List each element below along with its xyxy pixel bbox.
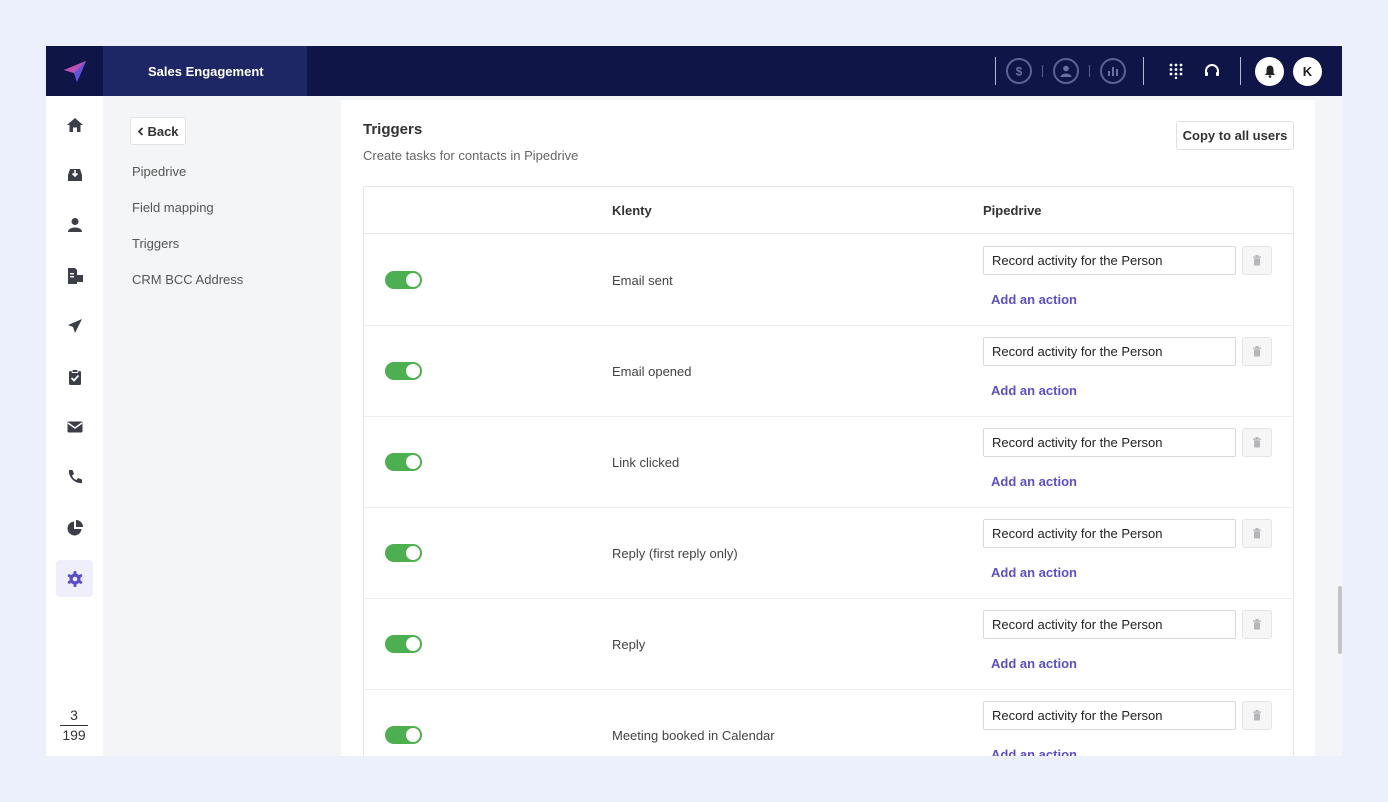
action-select[interactable]: Record activity for the Person <box>983 428 1236 457</box>
trigger-toggle[interactable] <box>385 453 422 471</box>
delete-icon[interactable] <box>1242 246 1272 275</box>
scrollbar-thumb[interactable] <box>1338 586 1342 654</box>
trigger-toggle[interactable] <box>385 635 422 653</box>
tasks-icon[interactable] <box>56 358 93 395</box>
table-row: Email opened Record activity for the Per… <box>364 326 1293 417</box>
add-action-link[interactable]: Add an action <box>991 292 1077 307</box>
triggers-card: Triggers Create tasks for contacts in Pi… <box>341 100 1315 756</box>
divider <box>1240 57 1241 85</box>
delete-icon[interactable] <box>1242 519 1272 548</box>
copy-to-all-users-button[interactable]: Copy to all users <box>1176 121 1294 150</box>
column-header-klenty: Klenty <box>612 203 652 218</box>
trigger-toggle[interactable] <box>385 271 422 289</box>
contact-icon[interactable] <box>56 206 93 243</box>
back-button[interactable]: Back <box>130 117 186 145</box>
trigger-label: Meeting booked in Calendar <box>612 728 775 743</box>
app-window: Sales Engagement $ K 3 199 Back Pipedriv… <box>46 46 1342 756</box>
delete-icon[interactable] <box>1242 428 1272 457</box>
bell-icon[interactable] <box>1255 56 1284 86</box>
inbox-icon[interactable] <box>56 156 93 193</box>
left-nav: 3 199 <box>46 96 103 756</box>
bar-chart-icon[interactable] <box>1100 58 1126 84</box>
headset-icon[interactable] <box>1198 57 1226 85</box>
add-action-link[interactable]: Add an action <box>991 383 1077 398</box>
action-select[interactable]: Record activity for the Person <box>983 519 1236 548</box>
table-row: Link clicked Record activity for the Per… <box>364 417 1293 508</box>
add-action-link[interactable]: Add an action <box>991 565 1077 580</box>
documents-icon[interactable] <box>56 257 93 294</box>
table-row: Meeting booked in Calendar Record activi… <box>364 690 1293 756</box>
top-bar-actions: $ K <box>985 46 1322 96</box>
action-select[interactable]: Record activity for the Person <box>983 701 1236 730</box>
dialpad-icon[interactable] <box>1162 57 1190 85</box>
trigger-label: Email sent <box>612 273 673 288</box>
mail-icon[interactable] <box>56 408 93 445</box>
settings-icon[interactable] <box>56 560 93 597</box>
settings-submenu: Back Pipedrive Field mapping Triggers CR… <box>103 96 340 756</box>
triggers-table: Klenty Pipedrive Email sent Record activ… <box>363 186 1294 756</box>
person-icon[interactable] <box>1053 58 1079 84</box>
trigger-label: Link clicked <box>612 455 680 470</box>
delete-icon[interactable] <box>1242 337 1272 366</box>
divider <box>1089 65 1090 77</box>
table-row: Reply (first reply only) Record activity… <box>364 508 1293 599</box>
pie-chart-icon[interactable] <box>56 509 93 546</box>
column-header-pipedrive: Pipedrive <box>983 203 1042 218</box>
klenty-logo[interactable] <box>46 46 103 96</box>
phone-icon[interactable] <box>56 458 93 495</box>
trigger-toggle[interactable] <box>385 544 422 562</box>
home-icon[interactable] <box>56 106 93 143</box>
pager-current: 3 <box>70 707 78 723</box>
action-select[interactable]: Record activity for the Person <box>983 337 1236 366</box>
submenu-item-pipedrive[interactable]: Pipedrive <box>132 164 186 179</box>
add-action-link[interactable]: Add an action <box>991 747 1077 756</box>
divider <box>1143 57 1144 85</box>
trigger-toggle[interactable] <box>385 362 422 380</box>
chevron-left-icon <box>137 126 144 136</box>
top-bar: Sales Engagement $ K <box>46 46 1342 96</box>
trigger-label: Reply (first reply only) <box>612 546 738 561</box>
table-row: Reply Record activity for the Person Add… <box>364 599 1293 690</box>
submenu-item-field-mapping[interactable]: Field mapping <box>132 200 214 215</box>
pager-divider <box>60 725 88 726</box>
delete-icon[interactable] <box>1242 701 1272 730</box>
action-select[interactable]: Record activity for the Person <box>983 246 1236 275</box>
add-action-link[interactable]: Add an action <box>991 656 1077 671</box>
main-content: Triggers Create tasks for contacts in Pi… <box>340 96 1342 756</box>
page-title: Triggers <box>363 121 423 138</box>
trigger-label: Reply <box>612 637 646 652</box>
table-header: Klenty Pipedrive <box>364 187 1293 234</box>
delete-icon[interactable] <box>1242 610 1272 639</box>
pagination-indicator: 3 199 <box>60 707 88 743</box>
svg-text:$: $ <box>1016 65 1023 79</box>
trigger-toggle[interactable] <box>385 726 422 744</box>
action-select[interactable]: Record activity for the Person <box>983 610 1236 639</box>
table-row: Email sent Record activity for the Perso… <box>364 235 1293 326</box>
dollar-icon[interactable]: $ <box>1006 58 1032 84</box>
product-title[interactable]: Sales Engagement <box>103 46 307 96</box>
back-label: Back <box>147 123 179 139</box>
submenu-item-triggers[interactable]: Triggers <box>132 236 179 251</box>
add-action-link[interactable]: Add an action <box>991 474 1077 489</box>
user-avatar[interactable]: K <box>1293 56 1322 86</box>
divider <box>995 57 996 85</box>
submenu-item-crm-bcc-address[interactable]: CRM BCC Address <box>132 272 243 287</box>
send-icon[interactable] <box>56 307 93 344</box>
pager-total: 199 <box>62 727 86 743</box>
trigger-label: Email opened <box>612 364 692 379</box>
page-subtitle: Create tasks for contacts in Pipedrive <box>363 148 579 163</box>
divider <box>1042 65 1043 77</box>
